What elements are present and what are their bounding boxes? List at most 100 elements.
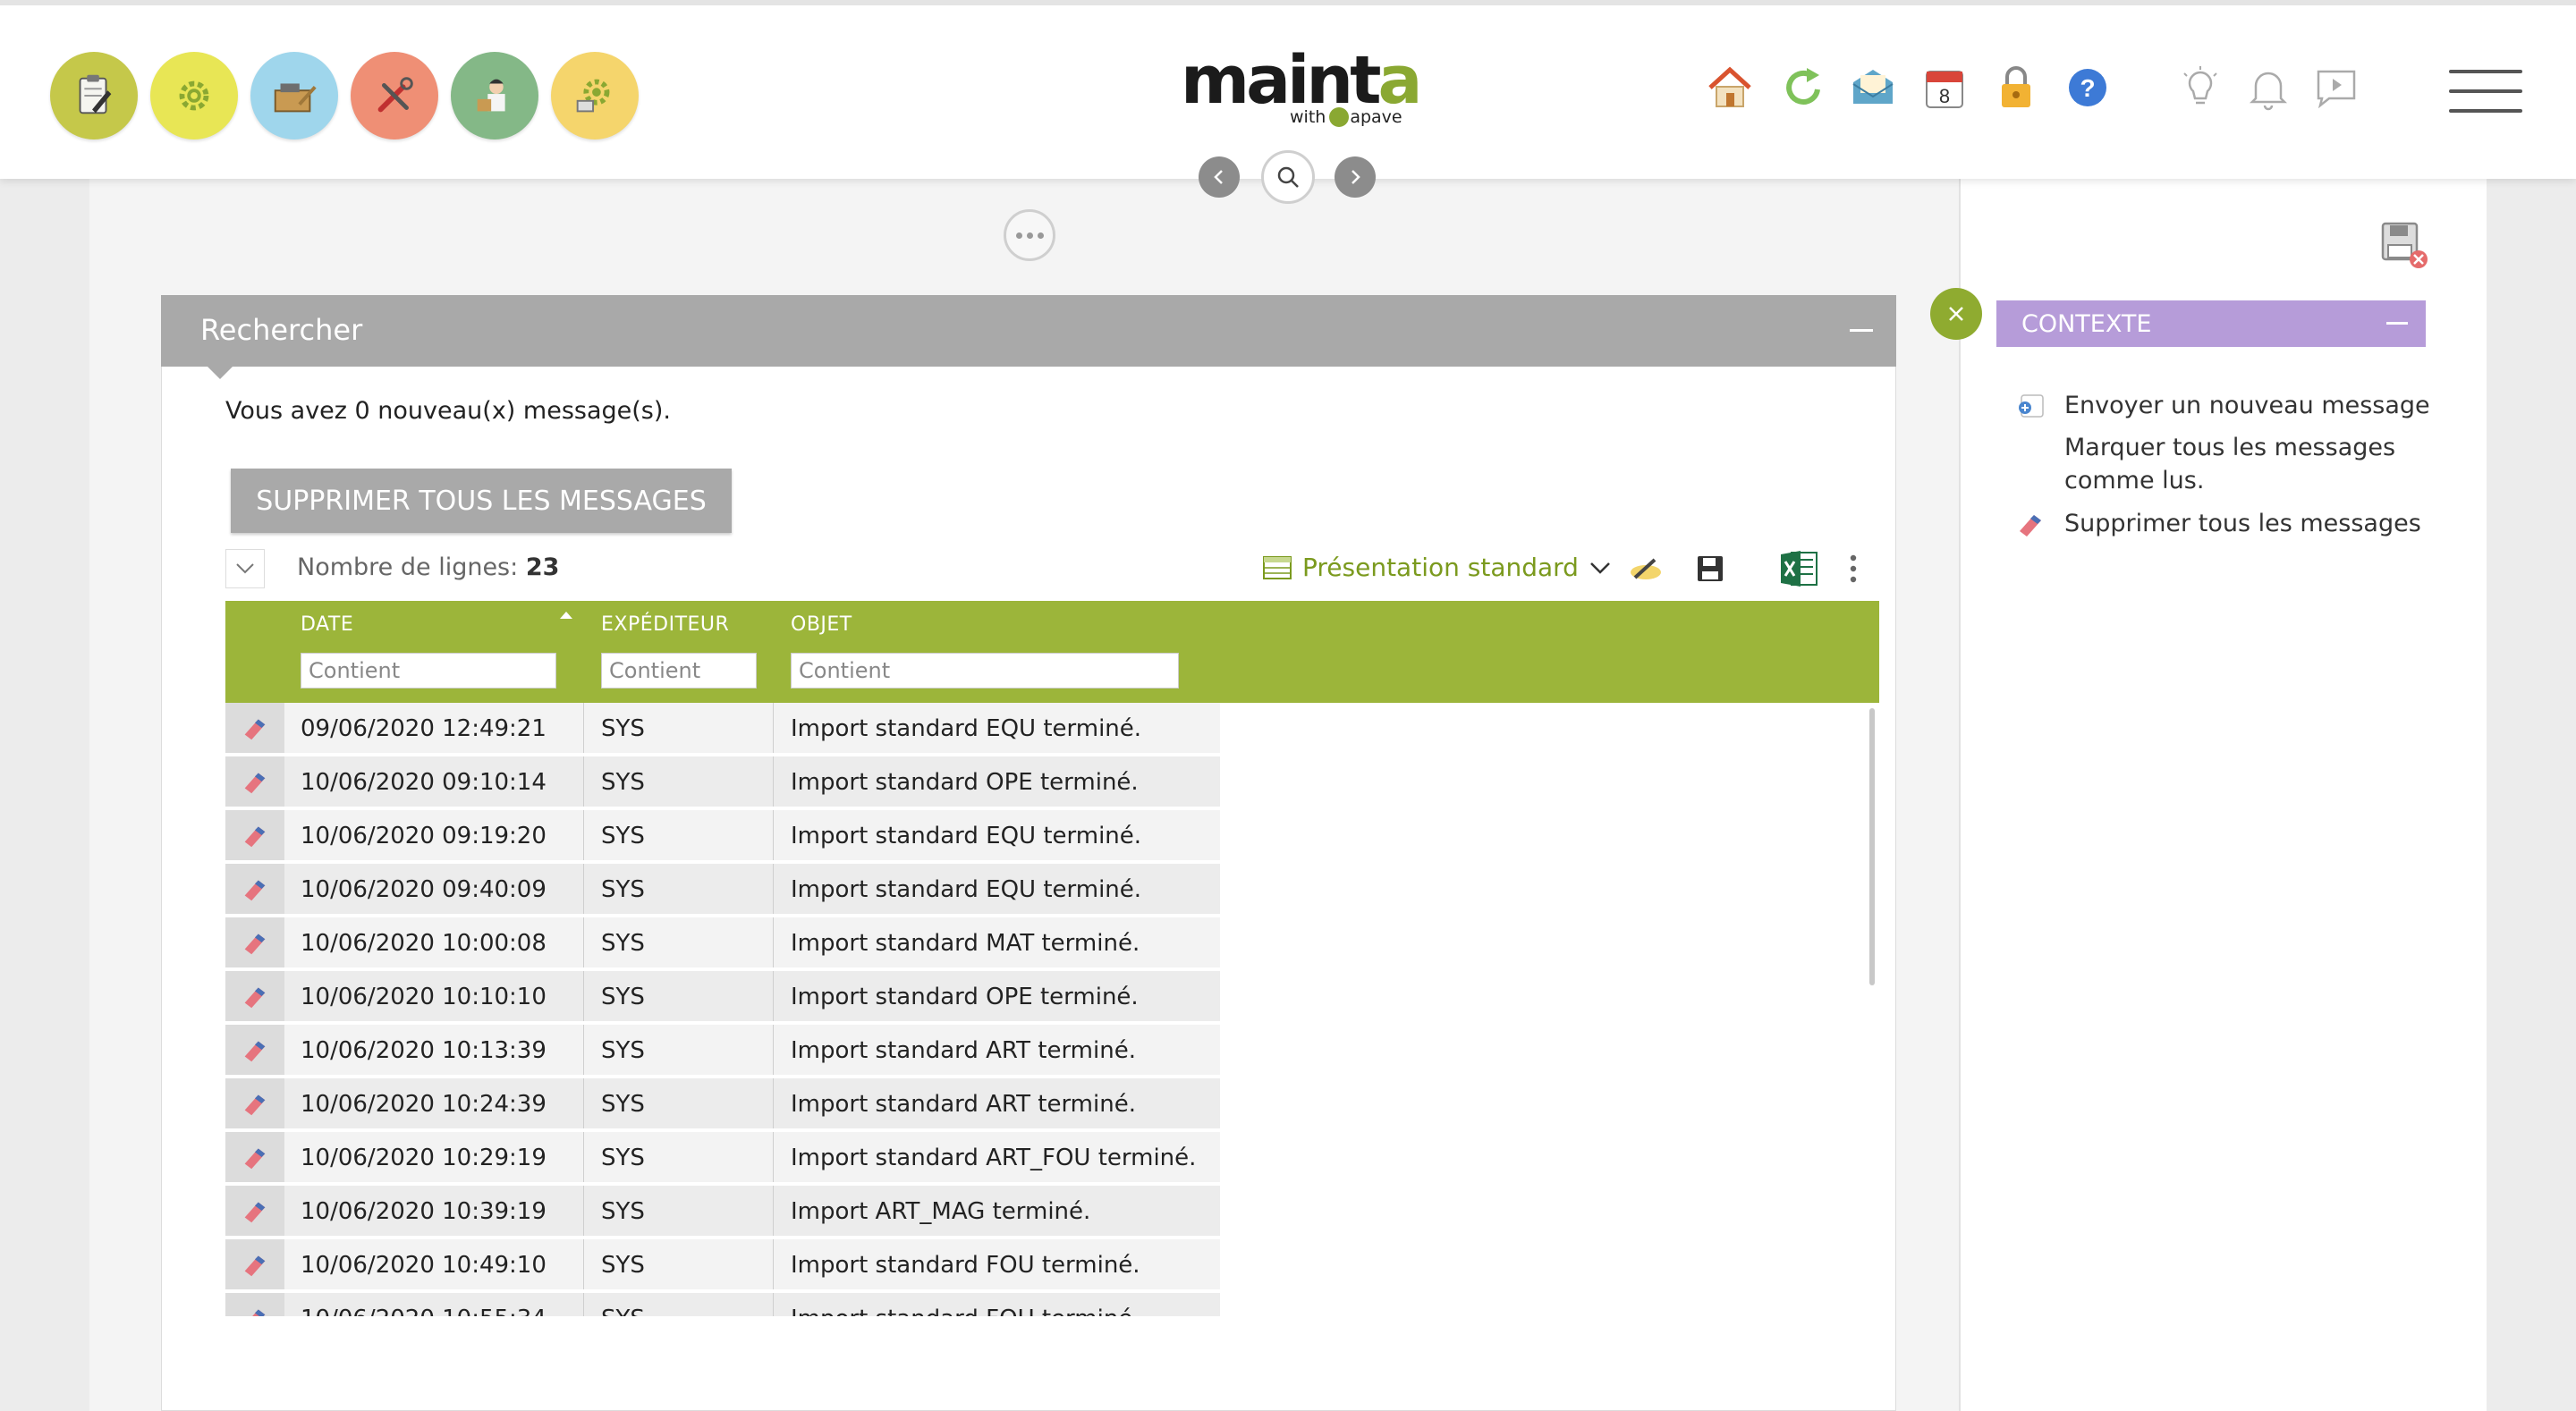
module-gear-button[interactable] [150,52,238,139]
module-toolbox-button[interactable] [250,52,338,139]
save-close-icon[interactable] [2379,220,2429,270]
cell-subject: Import standard EQU terminé. [791,876,1142,903]
notifications-button[interactable] [2243,63,2293,113]
search-panel-header[interactable]: Rechercher [161,295,1896,367]
collapse-icon[interactable] [2386,322,2408,325]
column-subject-header[interactable]: OBJET [791,613,852,636]
column-sender-header[interactable]: EXPÉDITEUR [601,613,729,636]
cell-date: 10/06/2020 10:24:39 [301,1091,547,1118]
cell-date: 10/06/2020 09:19:20 [301,823,547,849]
mark-all-read-link[interactable]: Marquer tous les messages comme lus. [2064,431,2395,497]
lock-button[interactable] [1991,63,2041,113]
refresh-button[interactable] [1778,63,1828,113]
cell-subject: Import ART_MAG terminé. [791,1198,1091,1225]
table-row[interactable]: 10/06/2020 10:00:08 SYS Import standard MA… [225,917,1879,971]
help-button[interactable]: ? [2063,63,2113,113]
cell-sender: SYS [601,823,645,849]
next-button[interactable] [1335,156,1376,198]
table-row[interactable]: 10/06/2020 10:49:10 SYS Import standard FO… [225,1239,1879,1293]
lightbulb-icon [2183,66,2217,105]
expand-filter-button[interactable] [225,549,265,588]
context-sidebar [1959,179,2487,1411]
delete-row-button[interactable] [225,1025,284,1075]
table-row[interactable]: 10/06/2020 10:24:39 SYS Import standard AR… [225,1078,1879,1132]
previous-button[interactable] [1199,156,1240,198]
grid-header: DATE EXPÉDITEUR OBJET Contient Contient … [225,601,1879,703]
sender-filter-input[interactable]: Contient [601,653,757,689]
context-header[interactable]: CONTEXTE [1996,300,2426,347]
search-icon [1277,166,1299,188]
export-excel-button[interactable] [1778,548,1819,589]
column-date-header[interactable]: DATE [301,613,353,636]
table-row[interactable]: 10/06/2020 10:13:39 SYS Import standard AR… [225,1025,1879,1078]
send-new-message-link[interactable]: Envoyer un nouveau message [2064,389,2430,422]
delete-row-button[interactable] [225,703,284,753]
grid-scrollbar[interactable] [1869,708,1875,985]
table-row[interactable]: 09/06/2020 12:49:21 SYS Import standard EQ… [225,703,1879,756]
video-button[interactable] [2311,63,2361,113]
cell-subject: Import standard MAT terminé. [791,930,1140,957]
more-actions-button[interactable] [1835,551,1871,587]
delete-row-button[interactable] [225,1078,284,1128]
module-tools-button[interactable] [351,52,438,139]
table-row[interactable]: 10/06/2020 10:55:34 SYS Import standard FO… [225,1293,1879,1316]
cell-date: 10/06/2020 09:40:09 [301,876,547,903]
calendar-button[interactable]: 8 [1919,63,1970,113]
delete-row-button[interactable] [225,810,284,860]
eraser-icon [252,1309,266,1316]
table-row[interactable]: 10/06/2020 10:29:19 SYS Import standard AR… [225,1132,1879,1186]
delete-all-messages-button[interactable]: SUPPRIMER TOUS LES MESSAGES [231,469,732,533]
delete-row-button[interactable] [225,971,284,1021]
cell-sender: SYS [601,984,645,1010]
global-search-button[interactable] [1261,150,1315,204]
cell-subject: Import standard FOU terminé. [791,1252,1140,1279]
delete-all-messages-link[interactable]: Supprimer tous les messages [2064,507,2421,540]
collapse-icon[interactable] [1850,329,1873,332]
date-filter-input[interactable]: Contient [301,653,556,689]
edit-view-button[interactable] [1628,551,1664,587]
eraser-view-icon [1631,558,1661,579]
delete-row-button[interactable] [225,864,284,914]
delete-row-button[interactable] [225,1239,284,1289]
home-button[interactable] [1705,63,1755,113]
more-options-button[interactable] [1004,209,1055,261]
mail-icon [1852,70,1894,104]
settings-gear-icon [576,79,610,113]
mainta-logo[interactable]: mainta with apave [1181,45,1422,134]
table-row[interactable]: 10/06/2020 10:39:19 SYS Import ART_MAG ter… [225,1186,1879,1239]
chevron-left-icon [1214,170,1223,184]
chevron-down-icon [1590,562,1610,574]
layout-icon [1263,555,1292,579]
rows-count: Nombre de lignes: 23 [297,553,559,581]
sort-ascending-icon[interactable] [560,612,572,619]
delete-row-button[interactable] [225,917,284,967]
menu-button[interactable] [2449,70,2522,116]
dots-icon [1015,232,1022,239]
mark-all-read-line1: Marquer tous les messages [2064,434,2396,461]
eraser-icon [244,1255,266,1277]
logo-subtitle: with apave [1290,107,1402,127]
table-row[interactable]: 10/06/2020 09:19:20 SYS Import standard EQ… [225,810,1879,864]
module-clipboard-button[interactable] [50,52,138,139]
mark-all-read-line2: comme lus. [2064,467,2205,494]
cell-subject: Import standard FOU terminé. [791,1305,1140,1316]
save-view-button[interactable] [1692,551,1728,587]
presentation-selector[interactable]: Présentation standard [1263,553,1611,582]
delete-row-button[interactable] [225,756,284,807]
eraser-icon [244,773,266,794]
module-technician-button[interactable] [451,52,538,139]
delete-row-button[interactable] [225,1186,284,1236]
mail-button[interactable] [1848,63,1898,113]
video-icon [2317,70,2356,109]
subject-filter-input[interactable]: Contient [791,653,1179,689]
table-row[interactable]: 10/06/2020 09:40:09 SYS Import standard EQ… [225,864,1879,917]
close-context-button[interactable] [1930,288,1982,340]
table-row[interactable]: 10/06/2020 09:10:14 SYS Import standard OP… [225,756,1879,810]
delete-row-button[interactable] [225,1293,284,1316]
module-settings-button[interactable] [551,52,639,139]
delete-row-button[interactable] [225,1132,284,1182]
table-row[interactable]: 10/06/2020 10:10:10 SYS Import standard OP… [225,971,1879,1025]
refresh-icon [1786,68,1820,105]
ideas-button[interactable] [2175,63,2225,113]
eraser-icon [244,934,266,955]
